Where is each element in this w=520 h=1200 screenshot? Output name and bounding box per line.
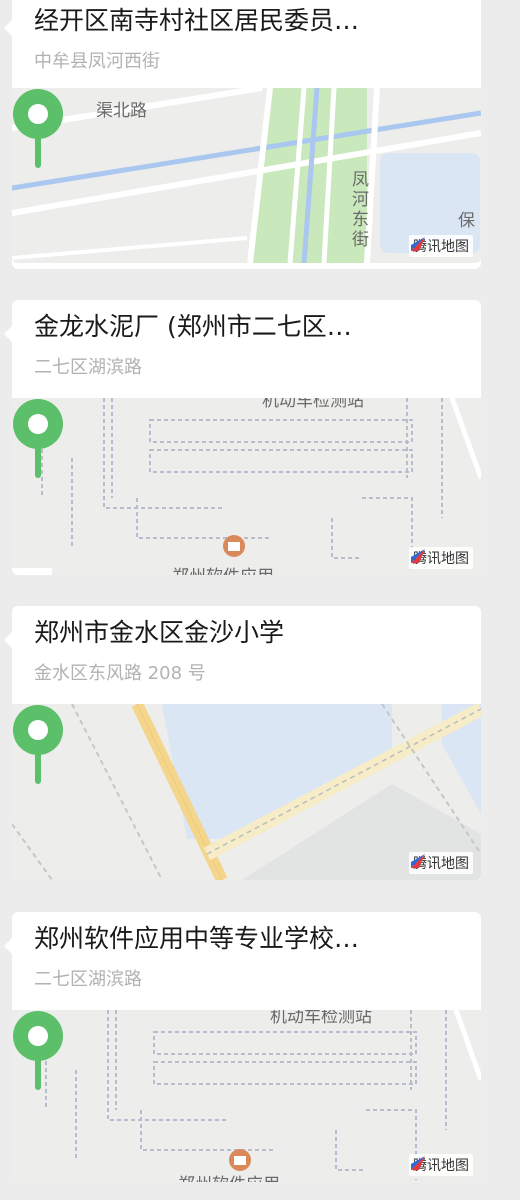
tencent-map-logo-icon [411, 549, 425, 563]
map-place-label: 郑州软件应用 [172, 562, 274, 575]
location-address: 二七区湖滨路 [34, 969, 142, 990]
tencent-map-logo-icon [411, 237, 425, 251]
map-road-label: 渠北路 [96, 101, 147, 121]
map-watermark: 腾讯地图 [409, 235, 473, 257]
map-pin-icon [13, 399, 63, 478]
location-address: 中牟县凤河西街 [34, 51, 160, 72]
school-poi-icon [229, 1149, 251, 1171]
map-pin-icon [13, 1011, 63, 1090]
map-watermark: 腾讯地图 [409, 852, 473, 874]
tencent-map-logo-icon [411, 854, 425, 868]
location-address: 金水区东风路 208 号 [34, 663, 206, 684]
map-place-label: 机动车检测站 [270, 1010, 372, 1027]
map-place-label: 保 [458, 211, 475, 231]
location-card[interactable]: 郑州软件应用中等专业学校… 二七区湖滨路 机动车检测站 郑州软件应用 [4, 912, 481, 1182]
map-road-label: 凤河东街 [352, 170, 369, 250]
map-watermark: 腾讯地图 [409, 1154, 473, 1176]
map-thumbnail[interactable]: 腾讯地图 [12, 704, 481, 880]
map-place-label: 机动车检测站 [262, 398, 364, 411]
location-title: 郑州市金水区金沙小学 [34, 618, 285, 647]
location-card[interactable]: 郑州市金水区金沙小学 金水区东风路 208 号 腾讯地图 [4, 606, 481, 880]
map-pin-icon [13, 89, 63, 168]
location-title: 金龙水泥厂 (郑州市二七区… [34, 312, 352, 341]
location-card[interactable]: 金龙水泥厂 (郑州市二七区… 二七区湖滨路 机动车检测站 郑州软件应用 [4, 300, 481, 575]
school-poi-icon [223, 535, 245, 557]
location-card[interactable]: 经开区南寺村社区居民委员… 中牟县凤河西街 渠北路 凤河东街 保 腾讯地图 [4, 0, 481, 269]
map-watermark: 腾讯地图 [409, 547, 473, 569]
map-thumbnail[interactable]: 机动车检测站 郑州软件应用 腾讯地图 [12, 398, 481, 575]
map-pin-icon [13, 705, 63, 784]
tencent-map-logo-icon [411, 1156, 425, 1170]
location-title: 郑州软件应用中等专业学校… [34, 924, 360, 953]
location-address: 二七区湖滨路 [34, 357, 142, 378]
map-thumbnail[interactable]: 机动车检测站 郑州软件应用 腾讯地图 [12, 1010, 481, 1182]
location-title: 经开区南寺村社区居民委员… [34, 6, 360, 35]
map-thumbnail[interactable]: 渠北路 凤河东街 保 腾讯地图 [12, 88, 481, 263]
